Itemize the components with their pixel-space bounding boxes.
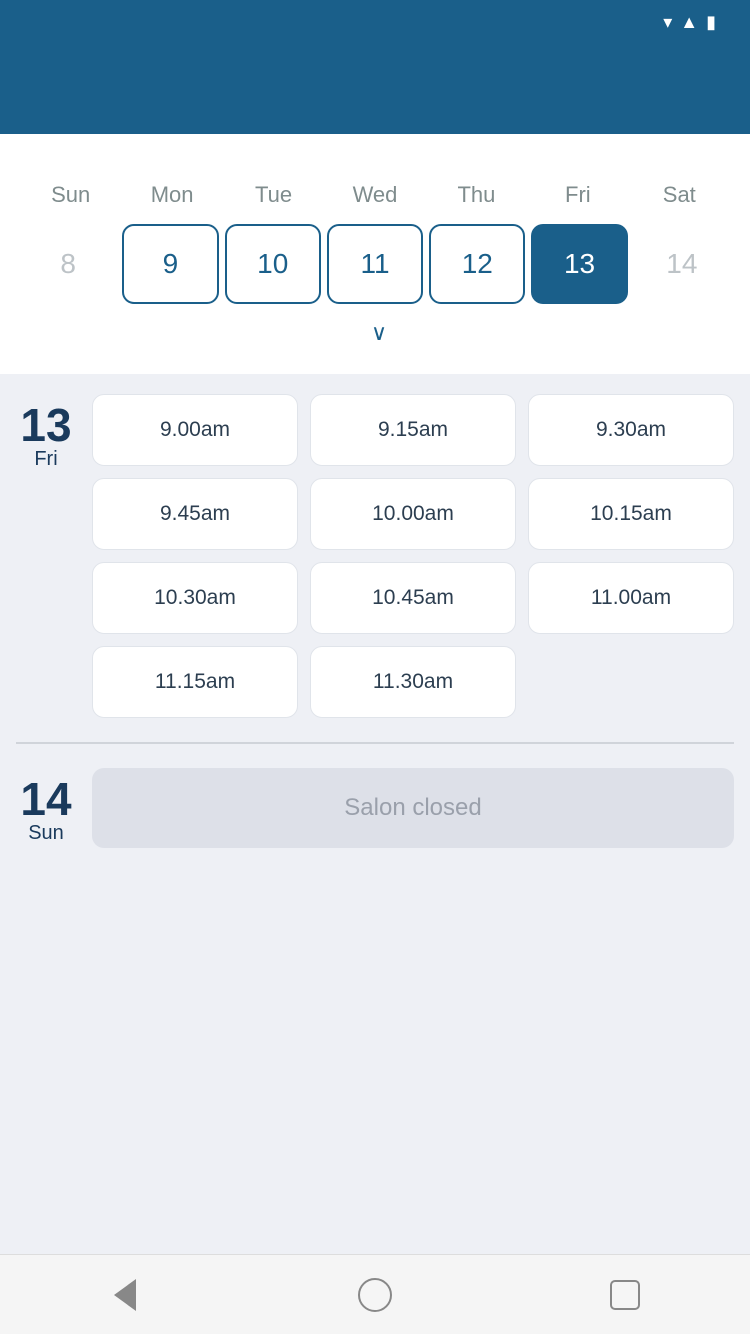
time-slot[interactable]: 10.30am xyxy=(92,562,298,634)
back-nav-button[interactable] xyxy=(100,1270,150,1320)
weekday-cell: Tue xyxy=(223,178,324,212)
date-cell[interactable]: 9 xyxy=(122,224,218,304)
recents-nav-icon xyxy=(610,1280,640,1310)
day-divider xyxy=(16,742,734,744)
time-slot[interactable]: 11.00am xyxy=(528,562,734,634)
month-view-toggle[interactable]: ∨ xyxy=(20,304,730,354)
closed-day-label: 14Sun xyxy=(16,768,76,848)
time-slot[interactable]: 9.30am xyxy=(528,394,734,466)
home-nav-icon xyxy=(358,1278,392,1312)
home-nav-button[interactable] xyxy=(350,1270,400,1320)
weekday-cell: Sat xyxy=(629,178,730,212)
weekday-cell: Mon xyxy=(121,178,222,212)
status-icons: ▾ ▲ ▮ xyxy=(663,12,716,33)
date-cell[interactable]: 12 xyxy=(429,224,525,304)
date-cell[interactable]: 8 xyxy=(20,224,116,304)
weekday-row: SunMonTueWedThuFriSat xyxy=(20,178,730,212)
day-label: 13Fri xyxy=(16,394,76,718)
date-cell[interactable]: 13 xyxy=(531,224,627,304)
time-slot[interactable]: 9.00am xyxy=(92,394,298,466)
weekday-cell: Sun xyxy=(20,178,121,212)
day-name: Fri xyxy=(34,448,57,471)
nav-bar xyxy=(0,1254,750,1334)
salon-closed-area: Salon closed xyxy=(92,768,734,848)
day-number: 13 xyxy=(20,402,71,448)
time-slot[interactable]: 9.45am xyxy=(92,478,298,550)
time-slot[interactable]: 11.15am xyxy=(92,646,298,718)
weekday-cell: Fri xyxy=(527,178,628,212)
slots-grid: 9.00am9.15am9.30am9.45am10.00am10.15am10… xyxy=(92,394,734,718)
battery-icon: ▮ xyxy=(706,12,716,33)
time-slot[interactable]: 10.00am xyxy=(310,478,516,550)
time-slots-section: 13Fri 9.00am9.15am9.30am 9.45am10.00am10.1… xyxy=(0,374,750,1254)
time-slot[interactable]: 9.15am xyxy=(310,394,516,466)
date-cell[interactable]: 11 xyxy=(327,224,423,304)
back-nav-icon xyxy=(114,1279,136,1311)
date-cell[interactable]: 14 xyxy=(634,224,730,304)
status-bar: ▾ ▲ ▮ xyxy=(0,0,750,44)
time-slot[interactable]: 11.30am xyxy=(310,646,516,718)
date-row: 891011121314 xyxy=(20,224,730,304)
date-cell[interactable]: 10 xyxy=(225,224,321,304)
chevron-down-icon: ∨ xyxy=(371,320,387,346)
salon-closed-text: Salon closed xyxy=(344,794,481,822)
day-number: 14 xyxy=(20,776,71,822)
salon-closed-block: 14Sun Salon closed xyxy=(16,768,734,848)
recents-nav-button[interactable] xyxy=(600,1270,650,1320)
weekday-cell: Thu xyxy=(426,178,527,212)
weekday-cell: Wed xyxy=(324,178,425,212)
day-name: Sun xyxy=(28,822,64,845)
signal-icon: ▲ xyxy=(680,12,698,33)
app-header xyxy=(0,44,750,134)
day-block: 13Fri 9.00am9.15am9.30am 9.45am10.00am10.1… xyxy=(16,394,734,718)
time-slot[interactable]: 10.15am xyxy=(528,478,734,550)
calendar-section: SunMonTueWedThuFriSat 891011121314 ∨ xyxy=(0,134,750,374)
wifi-icon: ▾ xyxy=(663,12,672,33)
time-slot[interactable]: 10.45am xyxy=(310,562,516,634)
